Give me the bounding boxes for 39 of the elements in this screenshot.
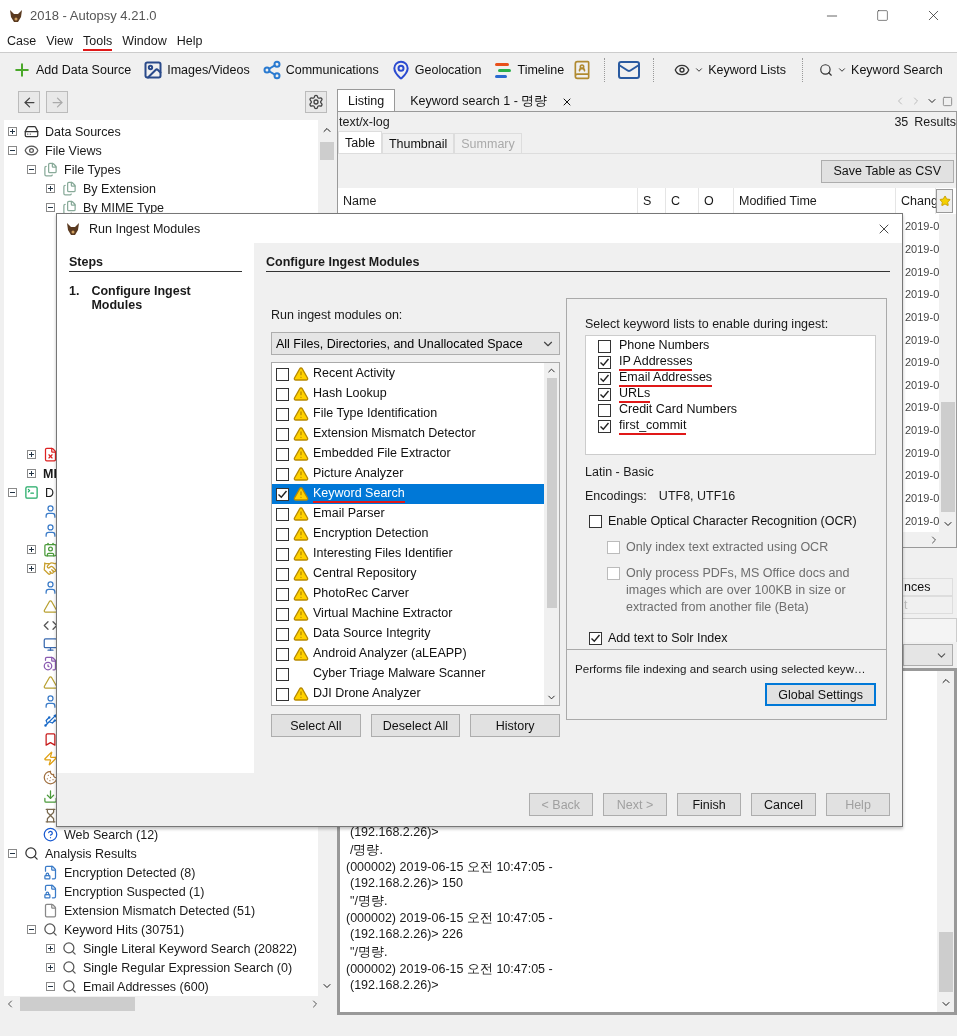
text-line: (000002) 2019-06-15 오전 10:47:05 - (346, 910, 554, 927)
step-number: 1. (69, 284, 80, 300)
table-cell-text: 2019-0 (905, 513, 939, 529)
table-cell-text: 2019-0 (905, 491, 939, 506)
encodings-label: Encodings: (585, 489, 647, 503)
text-line: (192.168.2.26)> (349, 978, 440, 994)
text-line: (000002) 2019-06-15 오전 10:47:05 - (346, 961, 554, 978)
table-cell-text: 2019-0 (905, 241, 939, 257)
table-cell-text: 2019-0 (905, 400, 939, 416)
table-cell-text: 2019-0 (905, 423, 939, 439)
text-line: (192.168.2.26)> 150 (349, 876, 464, 892)
result-count: 35 (894, 115, 909, 129)
text-line: "/명량. (349, 893, 389, 910)
text-line: /명량. (349, 842, 384, 859)
table-cell-text: 2019-0 (905, 332, 939, 348)
field-label: Select keyword lists to enable during ingest: (585, 317, 830, 331)
table-cell-text: 2019-0 (905, 355, 939, 371)
results-label: Results (914, 115, 956, 129)
script-label: Latin - Basic (585, 465, 655, 479)
table-cell-text: 2019-0 (905, 309, 939, 325)
table-cell-text: 2019-0 (905, 264, 939, 280)
text-line: (192.168.2.26)> 226 (349, 927, 464, 943)
module-description: Performs file indexing and search using selected keyw… (575, 662, 866, 675)
text-line: (000002) 2019-06-15 오전 10:47:05 - (346, 859, 554, 876)
table-cell-text: 2019-0 (905, 377, 939, 393)
table-cell-text: 2019-0 (905, 445, 939, 461)
window-title: 2018 - Autopsy 4.21.0 (30, 8, 158, 23)
table-cell-text: 2019-0 (905, 468, 939, 484)
field-label: Run ingest modules on: (271, 308, 404, 322)
encodings-value: UTF8, UTF16 (658, 489, 736, 503)
text-line: "/명량. (349, 944, 389, 961)
text-line: (192.168.2.26)> (349, 825, 440, 841)
table-cell-text: 2019-0 (905, 287, 939, 303)
section-heading: Configure Ingest Modules (266, 255, 890, 272)
mime-type-label: text/x-log (339, 115, 390, 129)
step-label: Configure Ingest Modules (91, 284, 192, 312)
steps-heading: Steps (69, 255, 242, 272)
table-cell-text: 2019-0 (905, 219, 939, 235)
dialog-title: Run Ingest Modules (89, 221, 202, 236)
